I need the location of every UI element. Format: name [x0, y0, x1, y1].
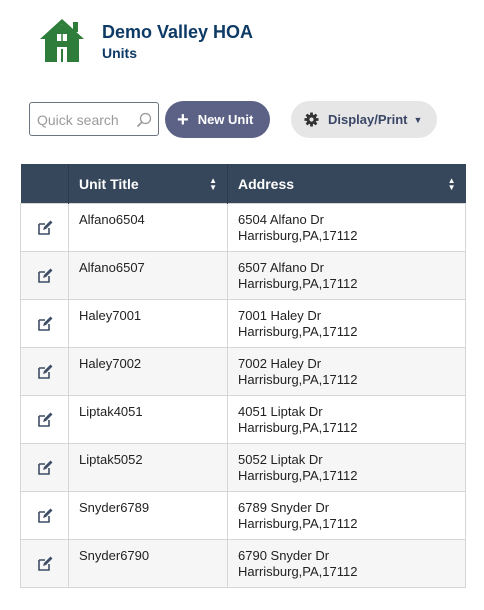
table-row[interactable]: Alfano6504 6504 Alfano Dr Harrisburg,PA,17… — [20, 203, 466, 252]
address-line1: 5052 Liptak Dr — [238, 452, 323, 467]
edit-cell[interactable] — [20, 395, 69, 444]
edit-cell[interactable] — [20, 299, 69, 348]
search-icon[interactable] — [136, 112, 152, 128]
address-line2: Harrisburg,PA,17112 — [238, 372, 358, 387]
edit-icon[interactable] — [37, 460, 53, 476]
unit-title: Liptak5052 — [79, 452, 143, 467]
gear-icon — [304, 112, 319, 127]
search-input[interactable] — [37, 111, 133, 129]
table-header-row: Unit Title ▲ ▼ Address ▲ ▼ — [20, 164, 466, 204]
table-row[interactable]: Snyder6789 6789 Snyder Dr Harrisburg,PA,17… — [20, 491, 466, 540]
edit-icon[interactable] — [37, 412, 53, 428]
caret-down-icon: ▼ — [413, 114, 423, 125]
address-line2: Harrisburg,PA,17112 — [238, 228, 358, 243]
unit-title: Alfano6504 — [79, 212, 145, 227]
edit-icon[interactable] — [37, 508, 53, 524]
address-line2: Harrisburg,PA,17112 — [238, 276, 358, 291]
quick-search-box[interactable] — [29, 102, 159, 136]
address-cell: 6507 Alfano Dr Harrisburg,PA,17112 — [227, 251, 466, 300]
address-line2: Harrisburg,PA,17112 — [238, 516, 358, 531]
address-cell: 7001 Haley Dr Harrisburg,PA,17112 — [227, 299, 466, 348]
address-line2: Harrisburg,PA,17112 — [238, 468, 358, 483]
table-row[interactable]: Snyder6790 6790 Snyder Dr Harrisburg,PA,17… — [20, 539, 466, 588]
edit-icon[interactable] — [37, 220, 53, 236]
address-line2: Harrisburg,PA,17112 — [238, 420, 358, 435]
plus-icon: + — [177, 108, 189, 131]
edit-cell[interactable] — [20, 539, 69, 588]
unit-title: Liptak4051 — [79, 404, 143, 419]
units-table: Unit Title ▲ ▼ Address ▲ ▼ Alfano6504 6504 … — [20, 164, 466, 588]
address-cell: 4051 Liptak Dr Harrisburg,PA,17112 — [227, 395, 466, 444]
edit-cell[interactable] — [20, 251, 69, 300]
unit-title: Alfano6507 — [79, 260, 145, 275]
edit-icon[interactable] — [37, 364, 53, 380]
address-line2: Harrisburg,PA,17112 — [238, 324, 358, 339]
address-line1: 7001 Haley Dr — [238, 308, 322, 323]
column-header-label: Address — [238, 175, 295, 192]
column-header-address[interactable]: Address ▲ ▼ — [227, 164, 466, 204]
unit-title-cell: Snyder6789 — [68, 491, 228, 540]
display-print-button[interactable]: Display/Print ▼ — [291, 101, 437, 138]
unit-title: Snyder6790 — [79, 548, 150, 563]
unit-title-cell: Alfano6504 — [68, 203, 228, 252]
address-cell: 7002 Haley Dr Harrisburg,PA,17112 — [227, 347, 466, 396]
column-header-label: Unit Title — [79, 175, 139, 192]
edit-cell[interactable] — [20, 443, 69, 492]
address-line1: 6789 Snyder Dr — [238, 500, 330, 515]
edit-icon[interactable] — [37, 316, 53, 332]
address-cell: 5052 Liptak Dr Harrisburg,PA,17112 — [227, 443, 466, 492]
edit-icon[interactable] — [37, 268, 53, 284]
address-line1: 7002 Haley Dr — [238, 356, 322, 371]
page-title: Units — [102, 45, 137, 61]
org-name: Demo Valley HOA — [102, 22, 254, 42]
edit-cell[interactable] — [20, 491, 69, 540]
table-row[interactable]: Haley7001 7001 Haley Dr Harrisburg,PA,1711… — [20, 299, 466, 348]
edit-column-header — [20, 164, 69, 204]
unit-title: Snyder6789 — [79, 500, 150, 515]
address-line2: Harrisburg,PA,17112 — [238, 564, 358, 579]
display-print-label: Display/Print — [328, 112, 408, 127]
unit-title-cell: Snyder6790 — [68, 539, 228, 588]
address-cell: 6504 Alfano Dr Harrisburg,PA,17112 — [227, 203, 466, 252]
new-unit-button[interactable]: + New Unit — [165, 101, 270, 138]
address-line1: 4051 Liptak Dr — [238, 404, 323, 419]
house-logo-icon — [40, 19, 84, 62]
new-unit-label: New Unit — [197, 112, 254, 127]
unit-title: Haley7001 — [79, 308, 142, 323]
unit-title-cell: Haley7002 — [68, 347, 228, 396]
address-cell: 6789 Snyder Dr Harrisburg,PA,17112 — [227, 491, 466, 540]
unit-title-cell: Liptak5052 — [68, 443, 228, 492]
address-cell: 6790 Snyder Dr Harrisburg,PA,17112 — [227, 539, 466, 588]
column-header-unit-title[interactable]: Unit Title ▲ ▼ — [68, 164, 228, 204]
edit-cell[interactable] — [20, 347, 69, 396]
address-line1: 6507 Alfano Dr — [238, 260, 325, 275]
edit-cell[interactable] — [20, 203, 69, 252]
unit-title-cell: Haley7001 — [68, 299, 228, 348]
sort-icon[interactable]: ▲ ▼ — [448, 176, 456, 191]
unit-title-cell: Liptak4051 — [68, 395, 228, 444]
edit-icon[interactable] — [37, 556, 53, 572]
table-row[interactable]: Alfano6507 6507 Alfano Dr Harrisburg,PA,17… — [20, 251, 466, 300]
unit-title-cell: Alfano6507 — [68, 251, 228, 300]
unit-title: Haley7002 — [79, 356, 142, 371]
table-row[interactable]: Liptak4051 4051 Liptak Dr Harrisburg,PA,17… — [20, 395, 466, 444]
address-line1: 6504 Alfano Dr — [238, 212, 325, 227]
address-line1: 6790 Snyder Dr — [238, 548, 330, 563]
sort-icon[interactable]: ▲ ▼ — [209, 176, 217, 191]
table-row[interactable]: Haley7002 7002 Haley Dr Harrisburg,PA,1711… — [20, 347, 466, 396]
table-row[interactable]: Liptak5052 5052 Liptak Dr Harrisburg,PA,17… — [20, 443, 466, 492]
